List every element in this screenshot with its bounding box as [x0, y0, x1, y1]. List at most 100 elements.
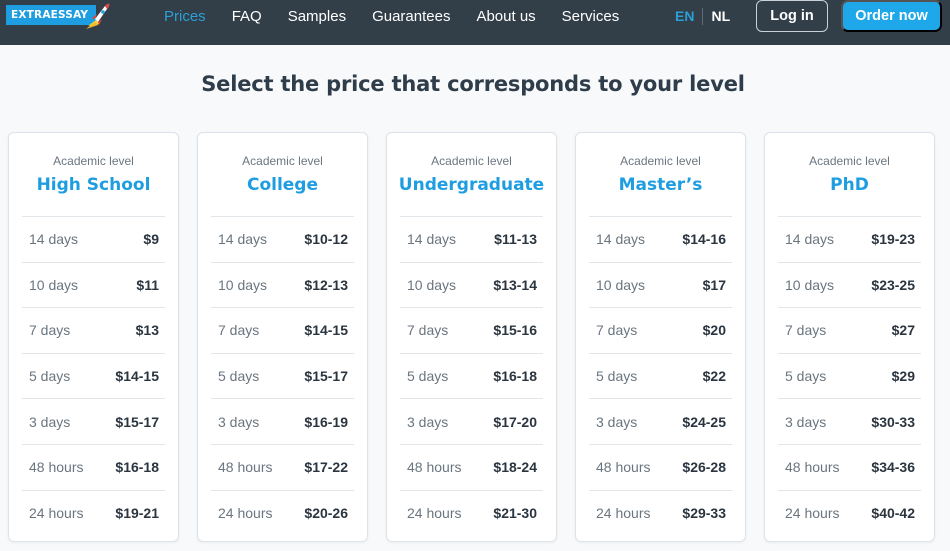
price-row[interactable]: 14 days $9: [22, 216, 165, 262]
row-term: 3 days: [596, 413, 638, 430]
price-row[interactable]: 3 days $15-17: [22, 398, 165, 444]
row-price: $29-33: [682, 504, 726, 521]
row-term: 7 days: [218, 322, 260, 339]
nav-samples[interactable]: Samples: [288, 8, 346, 25]
row-term: 48 hours: [407, 459, 462, 476]
price-row[interactable]: 10 days $23-25: [778, 261, 921, 308]
price-row[interactable]: 3 days $17-20: [400, 398, 543, 444]
language-nl[interactable]: NL: [711, 8, 730, 24]
price-row[interactable]: 7 days $20: [589, 307, 732, 353]
row-price: $14-16: [682, 231, 726, 248]
price-row[interactable]: 48 hours $34-36: [778, 443, 921, 490]
price-row[interactable]: 5 days $29: [778, 352, 921, 399]
row-term: 24 hours: [29, 504, 84, 521]
price-row[interactable]: 24 hours $19-21: [22, 489, 165, 536]
price-row[interactable]: 14 days $19-23: [778, 216, 921, 262]
price-row[interactable]: 7 days $13: [22, 307, 165, 353]
row-price: $29: [891, 368, 915, 385]
row-term: 10 days: [29, 276, 79, 293]
row-term: 5 days: [29, 368, 71, 385]
logo[interactable]: EXTRAESSAY: [6, 2, 110, 29]
card-subtitle: Academic level: [242, 154, 323, 168]
row-price: $16-19: [304, 413, 348, 430]
row-price: $13: [135, 322, 159, 339]
price-card-phd: Academic level PhD 14 days $19-23 10 days…: [764, 132, 935, 542]
row-price: $9: [143, 231, 159, 248]
row-price: $18-24: [493, 459, 537, 476]
price-row[interactable]: 3 days $16-19: [211, 398, 354, 444]
price-row[interactable]: 14 days $11-13: [400, 216, 543, 262]
price-row[interactable]: 24 hours $29-33: [589, 489, 732, 536]
row-term: 24 hours: [596, 504, 651, 521]
row-price: $19-23: [871, 231, 915, 248]
row-price: $40-42: [871, 504, 915, 521]
card-subtitle: Academic level: [620, 154, 701, 168]
rocket-icon: [86, 3, 110, 29]
price-row[interactable]: 48 hours $18-24: [400, 443, 543, 490]
price-rows: 14 days $14-16 10 days $17 7 days $20 5 day…: [589, 216, 732, 535]
card-subtitle: Academic level: [809, 154, 890, 168]
row-price: $34-36: [871, 459, 915, 476]
row-price: $24-25: [682, 413, 726, 430]
row-price: $22: [702, 368, 726, 385]
row-term: 24 hours: [407, 504, 462, 521]
price-card-masters: Academic level Master’s 14 days $14-16 10…: [575, 132, 746, 542]
price-row[interactable]: 5 days $15-17: [211, 352, 354, 399]
nav-guarantees[interactable]: Guarantees: [372, 8, 450, 25]
nav-services[interactable]: Services: [562, 8, 620, 25]
row-price: $27: [891, 322, 915, 339]
price-rows: 14 days $10-12 10 days $12-13 7 days $14-15…: [211, 216, 354, 535]
row-term: 3 days: [407, 413, 449, 430]
price-row[interactable]: 5 days $14-15: [22, 352, 165, 399]
order-now-button[interactable]: Order now: [841, 0, 942, 32]
card-subtitle: Academic level: [53, 154, 134, 168]
price-row[interactable]: 48 hours $26-28: [589, 443, 732, 490]
row-price: $26-28: [682, 459, 726, 476]
price-row[interactable]: 48 hours $16-18: [22, 443, 165, 490]
nav-prices[interactable]: Prices: [164, 8, 206, 25]
price-row[interactable]: 10 days $13-14: [400, 261, 543, 308]
price-row[interactable]: 24 hours $40-42: [778, 489, 921, 536]
price-rows: 14 days $9 10 days $11 7 days $13 5 days $14…: [22, 216, 165, 535]
nav-faq[interactable]: FAQ: [232, 8, 262, 25]
site-header: EXTRAESSAY Prices FAQ Samples Guarantees…: [0, 0, 950, 45]
price-card-college: Academic level College 14 days $10-12 10 …: [197, 132, 368, 542]
row-price: $21-30: [493, 504, 537, 521]
row-price: $14-15: [115, 368, 159, 385]
price-row[interactable]: 10 days $17: [589, 261, 732, 308]
row-term: 48 hours: [785, 459, 840, 476]
price-row[interactable]: 24 hours $21-30: [400, 489, 543, 536]
price-row[interactable]: 5 days $16-18: [400, 352, 543, 399]
language-en[interactable]: EN: [675, 8, 694, 24]
card-title: Undergraduate: [398, 175, 545, 195]
row-term: 3 days: [29, 413, 71, 430]
price-row[interactable]: 14 days $10-12: [211, 216, 354, 262]
main-nav: Prices FAQ Samples Guarantees About us S…: [164, 0, 645, 32]
row-price: $17-20: [493, 413, 537, 430]
price-row[interactable]: 14 days $14-16: [589, 216, 732, 262]
price-row[interactable]: 24 hours $20-26: [211, 489, 354, 536]
card-subtitle: Academic level: [431, 154, 512, 168]
price-row[interactable]: 5 days $22: [589, 352, 732, 399]
row-term: 10 days: [407, 276, 457, 293]
row-price: $30-33: [871, 413, 915, 430]
row-price: $11: [136, 276, 159, 293]
row-term: 5 days: [218, 368, 260, 385]
row-price: $13-14: [493, 276, 537, 293]
price-row[interactable]: 10 days $11: [22, 261, 165, 308]
price-row[interactable]: 48 hours $17-22: [211, 443, 354, 490]
language-switcher: EN NL: [675, 0, 730, 32]
price-row[interactable]: 3 days $24-25: [589, 398, 732, 444]
row-price: $17-22: [304, 459, 348, 476]
card-title: Master’s: [618, 175, 703, 195]
price-row[interactable]: 7 days $15-16: [400, 307, 543, 353]
price-row[interactable]: 10 days $12-13: [211, 261, 354, 308]
row-term: 5 days: [785, 368, 827, 385]
row-price: $14-15: [304, 322, 348, 339]
row-price: $16-18: [115, 459, 159, 476]
login-button[interactable]: Log in: [756, 0, 828, 32]
price-row[interactable]: 3 days $30-33: [778, 398, 921, 444]
nav-about-us[interactable]: About us: [476, 8, 535, 25]
price-row[interactable]: 7 days $27: [778, 307, 921, 353]
price-row[interactable]: 7 days $14-15: [211, 307, 354, 353]
